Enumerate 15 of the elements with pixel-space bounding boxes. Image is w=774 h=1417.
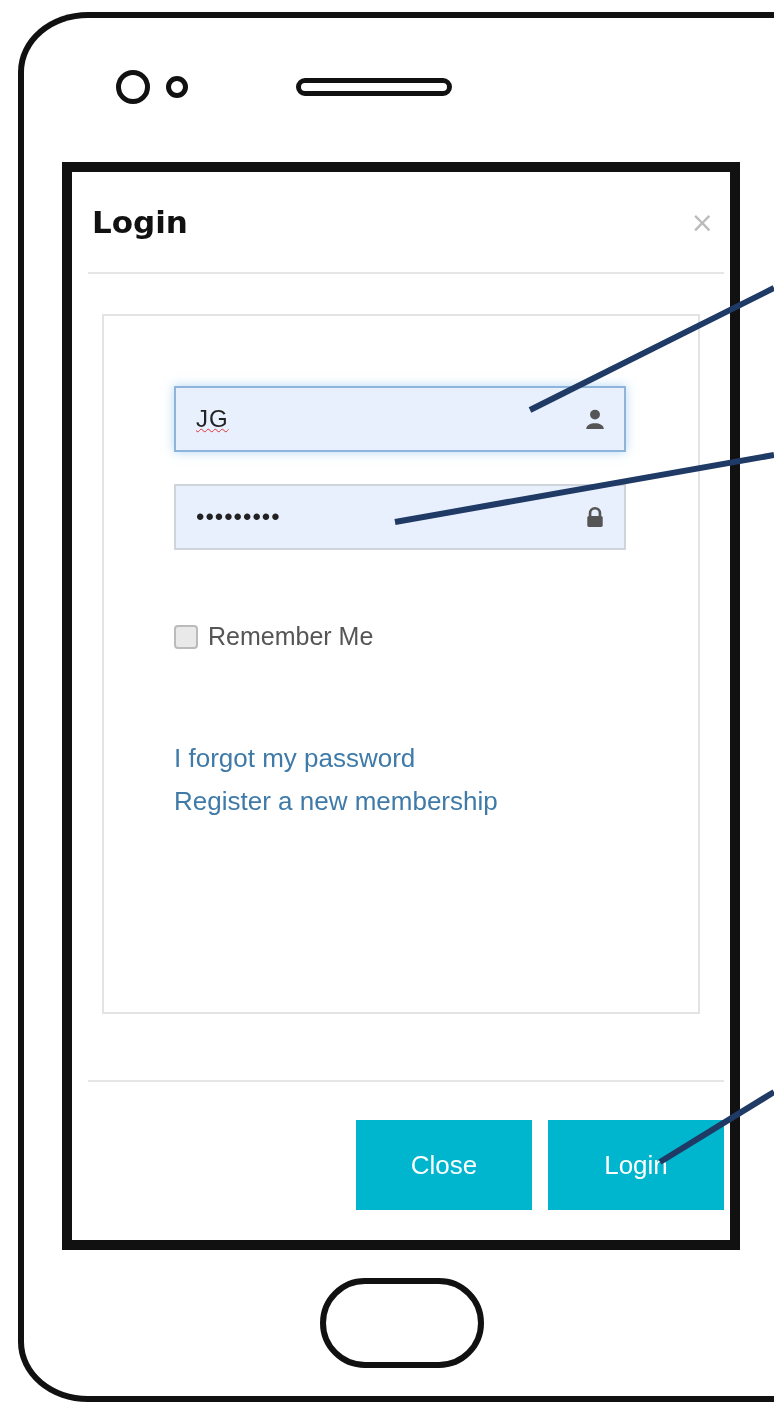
dialog-button[interactable]: Login <box>548 1120 724 1210</box>
remember-label: Remember Me <box>208 622 374 651</box>
username-field[interactable]: JG <box>174 386 626 452</box>
sensor-icon <box>166 76 188 98</box>
camera-icon <box>116 70 150 104</box>
lock-icon <box>584 506 606 528</box>
dialog-button[interactable]: Close <box>356 1120 532 1210</box>
dialog-title: Login <box>92 204 188 240</box>
text-link[interactable]: I forgot my password <box>174 743 416 774</box>
remember-checkbox[interactable] <box>174 624 198 649</box>
text-link[interactable]: Register a new membership <box>174 786 498 817</box>
user-icon <box>584 408 606 430</box>
password-field[interactable]: ••••••••• <box>174 484 626 550</box>
speaker-icon <box>296 78 452 96</box>
home-button[interactable] <box>320 1278 484 1368</box>
